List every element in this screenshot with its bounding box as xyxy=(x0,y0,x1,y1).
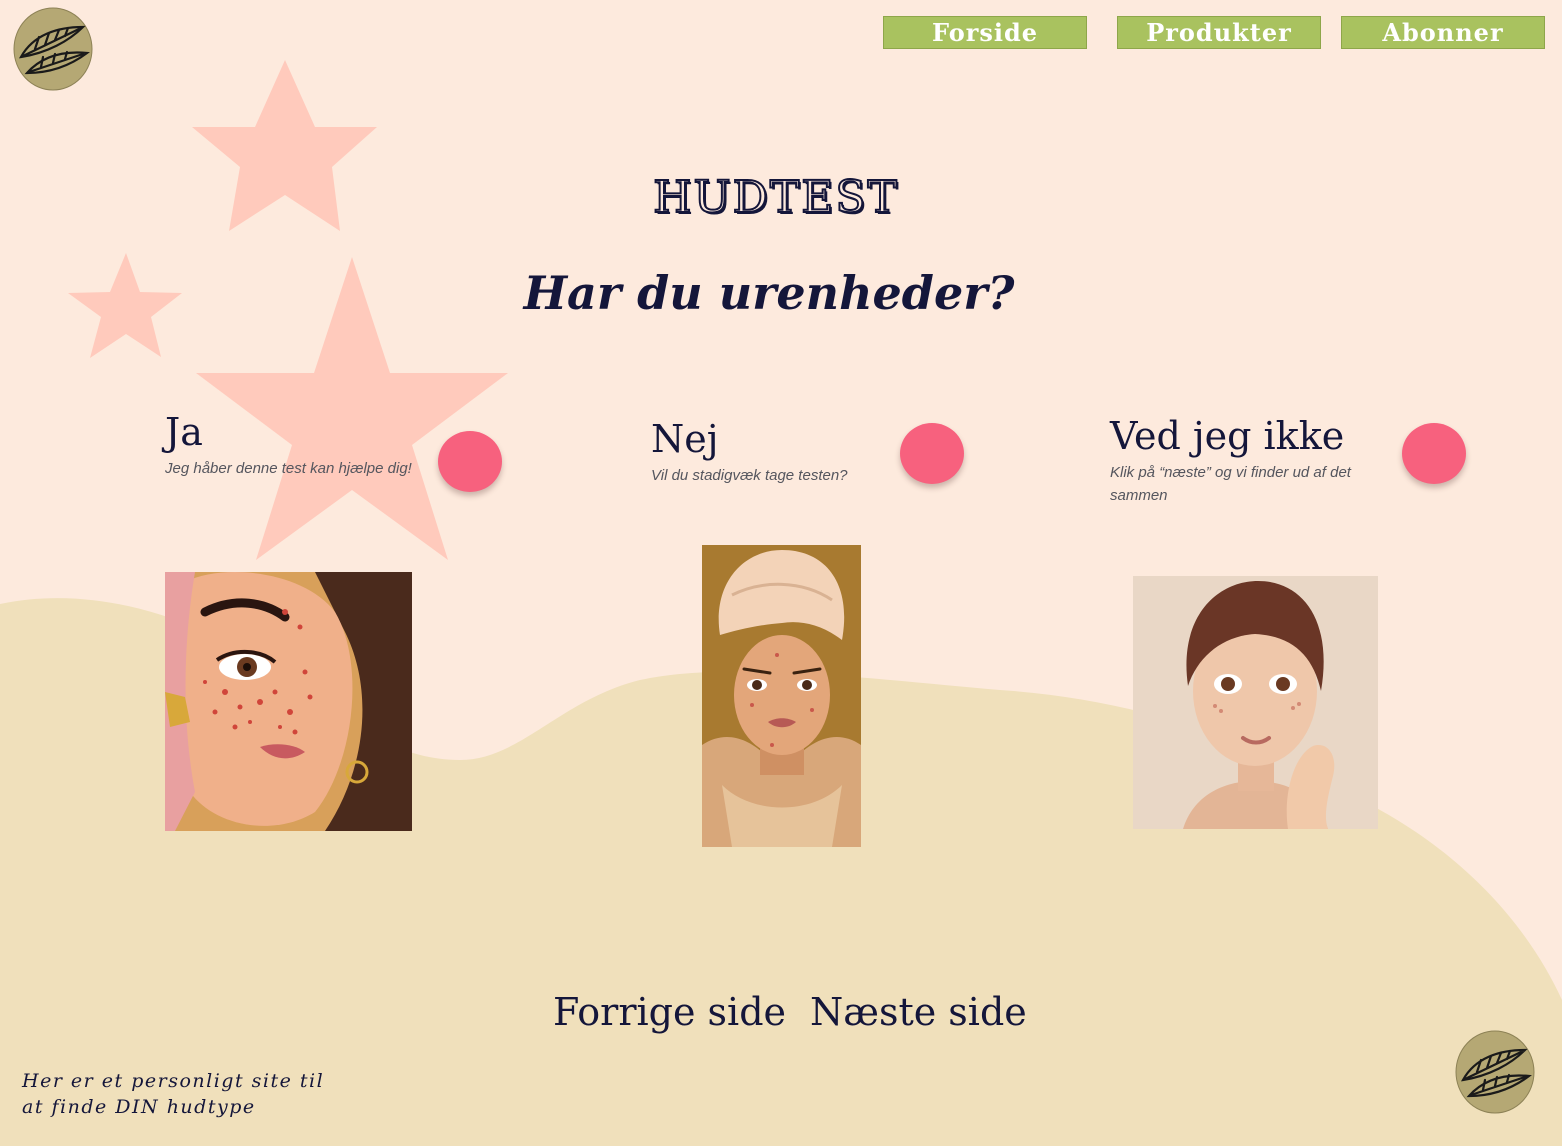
option-subtitle-ja: Jeg håber denne test kan hjælpe dig! xyxy=(165,460,412,477)
footer-note: Her er et personligt site til at finde D… xyxy=(22,1070,325,1118)
previous-page-link[interactable]: Forrige side xyxy=(553,990,786,1034)
woman-touching-face-illustration xyxy=(1133,576,1378,829)
radio-button-ved-jeg-ikke[interactable] xyxy=(1402,423,1466,484)
nav-button-abonner[interactable]: Abonner xyxy=(1341,16,1545,49)
next-page-link[interactable]: Næste side xyxy=(810,990,1027,1034)
logo-icon[interactable] xyxy=(13,7,93,91)
woman-with-acne-mirror-illustration xyxy=(165,572,412,831)
radio-button-ja[interactable] xyxy=(438,431,502,492)
option-subtitle-nej: Vil du stadigvæk tage testen? xyxy=(651,467,848,484)
option-title-ved-jeg-ikke: Ved jeg ikke xyxy=(1110,414,1345,458)
radio-button-nej[interactable] xyxy=(900,423,964,484)
question-heading: Har du urenheder? xyxy=(523,266,1015,320)
nav-button-forside[interactable]: Forside xyxy=(883,16,1087,49)
page-title: HUDTEST xyxy=(652,171,899,224)
logo-icon-bottom[interactable] xyxy=(1455,1030,1535,1114)
option-title-nej: Nej xyxy=(651,417,719,461)
option-title-ja: Ja xyxy=(165,410,203,454)
option-subtitle-ved-jeg-ikke: Klik på “næste” og vi finder ud af det s… xyxy=(1110,464,1351,504)
nav-button-produkter[interactable]: Produkter xyxy=(1117,16,1321,49)
woman-in-towel-turban-illustration xyxy=(702,545,861,847)
